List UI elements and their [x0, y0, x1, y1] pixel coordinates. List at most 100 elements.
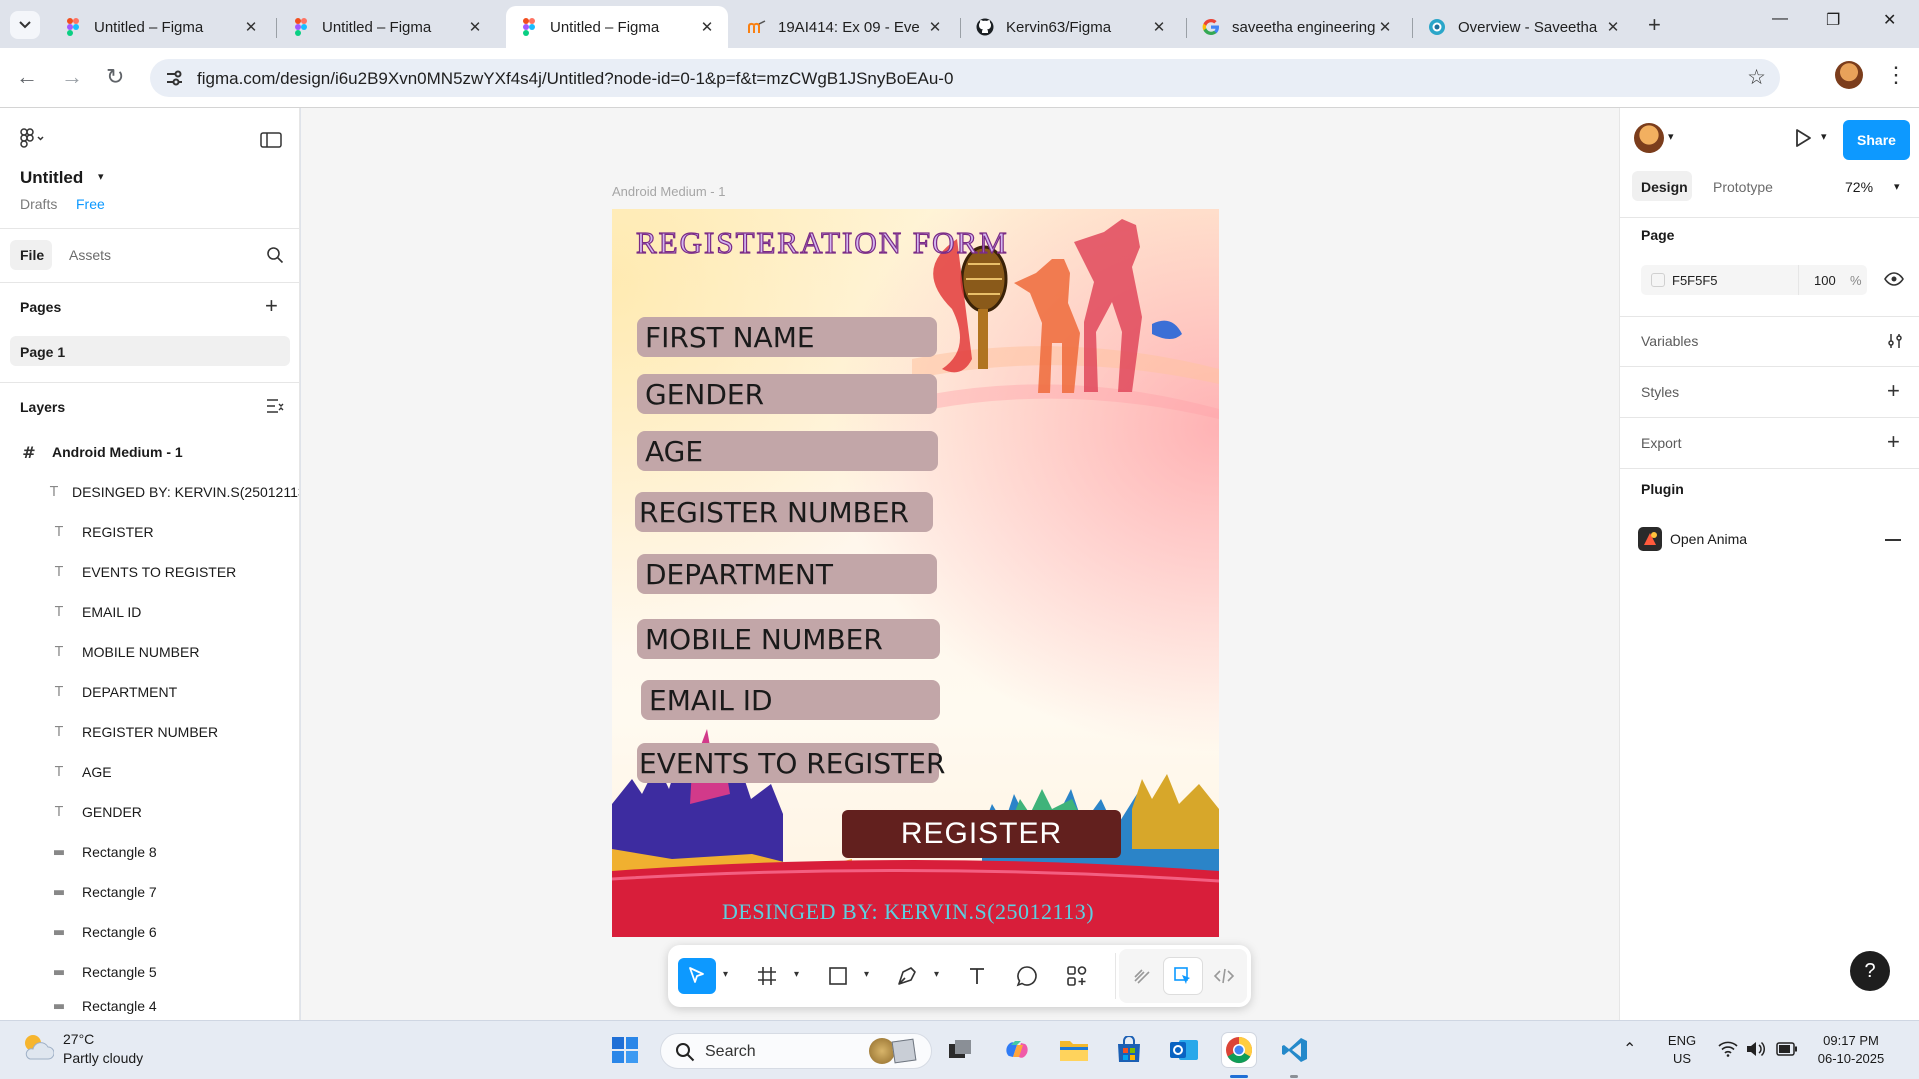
bookmark-star-icon[interactable]: ☆ — [1747, 65, 1766, 90]
task-view-icon[interactable] — [943, 1033, 977, 1067]
address-bar[interactable]: figma.com/design/i6u2B9Xvn0MN5zwYXf4s4j/… — [150, 59, 1780, 97]
add-export-icon[interactable]: + — [1887, 429, 1900, 455]
page-background-color-input[interactable]: F5F5F5 100 % — [1641, 265, 1867, 295]
file-explorer-icon[interactable] — [1057, 1033, 1091, 1067]
layer-rectangle[interactable]: ▬ Rectangle 6 — [0, 912, 299, 952]
wifi-icon[interactable] — [1718, 1041, 1738, 1062]
color-hex-value[interactable]: F5F5F5 — [1672, 273, 1718, 288]
profile-avatar[interactable] — [1835, 61, 1863, 89]
weather-description[interactable]: Partly cloudy — [63, 1050, 143, 1066]
help-button[interactable]: ? — [1850, 951, 1890, 991]
field-age[interactable]: AGE — [637, 431, 938, 471]
site-settings-icon[interactable] — [164, 68, 184, 88]
outlook-icon[interactable] — [1167, 1033, 1201, 1067]
add-page-icon[interactable]: + — [265, 293, 278, 319]
layer-text[interactable]: T REGISTER — [0, 512, 299, 552]
figma-canvas[interactable]: Android Medium - 1 REGISTERATION FORM FI… — [301, 108, 1619, 1020]
visibility-eye-icon[interactable] — [1884, 272, 1904, 291]
field-gender[interactable]: GENDER — [637, 374, 937, 414]
browser-tab-2[interactable]: Untitled – Figma ✕ — [278, 6, 496, 48]
layer-text[interactable]: T MOBILE NUMBER — [0, 632, 299, 672]
field-department[interactable]: DEPARTMENT — [637, 554, 937, 594]
battery-icon[interactable] — [1776, 1042, 1798, 1061]
layer-text[interactable]: T GENDER — [0, 792, 299, 832]
shape-tool-button[interactable] — [819, 958, 857, 994]
browser-tab-6[interactable]: saveetha engineering ✕ — [1188, 6, 1406, 48]
close-tab-icon[interactable]: ✕ — [242, 18, 260, 36]
chevron-down-icon[interactable]: ▾ — [794, 969, 799, 980]
close-tab-icon[interactable]: ✕ — [1376, 18, 1394, 36]
design-mode-button[interactable] — [1164, 958, 1202, 994]
plugin-name[interactable]: Open Anima — [1670, 531, 1747, 547]
drafts-label[interactable]: Drafts — [20, 196, 57, 212]
page-item-page-1[interactable]: Page 1 — [10, 336, 290, 366]
variables-settings-icon[interactable] — [1887, 333, 1903, 354]
android-medium-frame[interactable]: REGISTERATION FORM FIRST NAME GENDER AGE… — [612, 209, 1219, 937]
clock-time[interactable]: 09:17 PM — [1810, 1033, 1892, 1048]
close-tab-icon[interactable]: ✕ — [698, 18, 716, 36]
present-play-icon[interactable] — [1794, 128, 1812, 153]
start-button[interactable] — [608, 1033, 642, 1067]
field-first-name[interactable]: FIRST NAME — [637, 317, 937, 357]
weather-temperature[interactable]: 27°C — [63, 1031, 94, 1047]
menu-dots-icon[interactable]: ⋮ — [1885, 62, 1907, 88]
move-tool-button[interactable] — [678, 958, 716, 994]
remove-plugin-icon[interactable] — [1885, 539, 1901, 541]
layer-text[interactable]: T EVENTS TO REGISTER — [0, 552, 299, 592]
browser-tab-5[interactable]: Kervin63/Figma ✕ — [962, 6, 1180, 48]
browser-tab-3-active[interactable]: Untitled – Figma ✕ — [506, 6, 728, 48]
volume-icon[interactable] — [1746, 1041, 1766, 1062]
layer-text[interactable]: T EMAIL ID — [0, 592, 299, 632]
export-section-label[interactable]: Export — [1641, 435, 1681, 451]
frame-label[interactable]: Android Medium - 1 — [612, 184, 725, 199]
styles-section-label[interactable]: Styles — [1641, 384, 1679, 400]
actions-button[interactable] — [1058, 958, 1096, 994]
copilot-icon[interactable] — [1000, 1033, 1034, 1067]
close-tab-icon[interactable]: ✕ — [1150, 18, 1168, 36]
tab-file[interactable]: File — [10, 240, 52, 270]
weather-partly-cloudy-icon[interactable] — [20, 1031, 55, 1068]
field-events-to-register[interactable]: EVENTS TO REGISTER — [637, 743, 945, 783]
minimize-icon[interactable]: — — [1772, 10, 1788, 28]
layer-text[interactable]: T REGISTER NUMBER — [0, 712, 299, 752]
chevron-down-icon[interactable]: ▾ — [1668, 130, 1674, 143]
field-register-number[interactable]: REGISTER NUMBER — [635, 492, 933, 532]
close-tab-icon[interactable]: ✕ — [1604, 18, 1622, 36]
browser-tab-4[interactable]: 19AI414: Ex 09 - Eve ✕ — [734, 6, 956, 48]
chevron-down-icon[interactable]: ▾ — [864, 969, 869, 980]
region-indicator[interactable]: US — [1667, 1051, 1697, 1066]
variables-section-label[interactable]: Variables — [1641, 333, 1698, 349]
chevron-down-icon[interactable]: ▾ — [1894, 180, 1900, 193]
tab-prototype[interactable]: Prototype — [1713, 179, 1773, 195]
layer-rectangle[interactable]: ▬ Rectangle 4 — [0, 992, 299, 1020]
footer-credit[interactable]: DESINGED BY: KERVIN.S(25012113) — [722, 899, 1094, 925]
layer-frame-android-medium[interactable]: # Android Medium - 1 — [0, 432, 299, 472]
figma-main-menu-icon[interactable] — [20, 128, 46, 155]
layer-rectangle[interactable]: ▬ Rectangle 8 — [0, 832, 299, 872]
close-tab-icon[interactable]: ✕ — [926, 18, 944, 36]
chevron-down-icon[interactable]: ▾ — [723, 969, 728, 980]
vscode-icon[interactable] — [1278, 1033, 1312, 1067]
draw-mode-button[interactable] — [1123, 958, 1161, 994]
comment-tool-button[interactable] — [1008, 958, 1046, 994]
layer-text[interactable]: T AGE — [0, 752, 299, 792]
clock-date[interactable]: 06-10-2025 — [1810, 1051, 1892, 1066]
zoom-level[interactable]: 72% — [1845, 179, 1873, 195]
pen-tool-button[interactable] — [888, 958, 926, 994]
layer-text[interactable]: T DESINGED BY: KERVIN.S(25012113) — [0, 472, 299, 512]
back-arrow-icon[interactable]: ← — [16, 64, 38, 90]
field-mobile-number[interactable]: MOBILE NUMBER — [637, 619, 940, 659]
frame-tool-button[interactable] — [748, 958, 786, 994]
layer-list-options-icon[interactable] — [266, 398, 284, 419]
forward-arrow-icon[interactable]: → — [61, 64, 83, 90]
dev-mode-button[interactable] — [1205, 958, 1243, 994]
user-avatar[interactable] — [1634, 123, 1664, 153]
browser-tab-1[interactable]: Untitled – Figma ✕ — [50, 6, 272, 48]
chrome-icon[interactable] — [1222, 1033, 1256, 1067]
browser-tab-7[interactable]: Overview - Saveetha ✕ — [1414, 6, 1634, 48]
toggle-sidebar-icon[interactable] — [260, 132, 282, 153]
layer-text[interactable]: T DEPARTMENT — [0, 672, 299, 712]
share-button[interactable]: Share — [1843, 120, 1910, 160]
tab-search-button[interactable] — [10, 11, 40, 39]
taskbar-search-box[interactable]: Search — [660, 1033, 932, 1069]
